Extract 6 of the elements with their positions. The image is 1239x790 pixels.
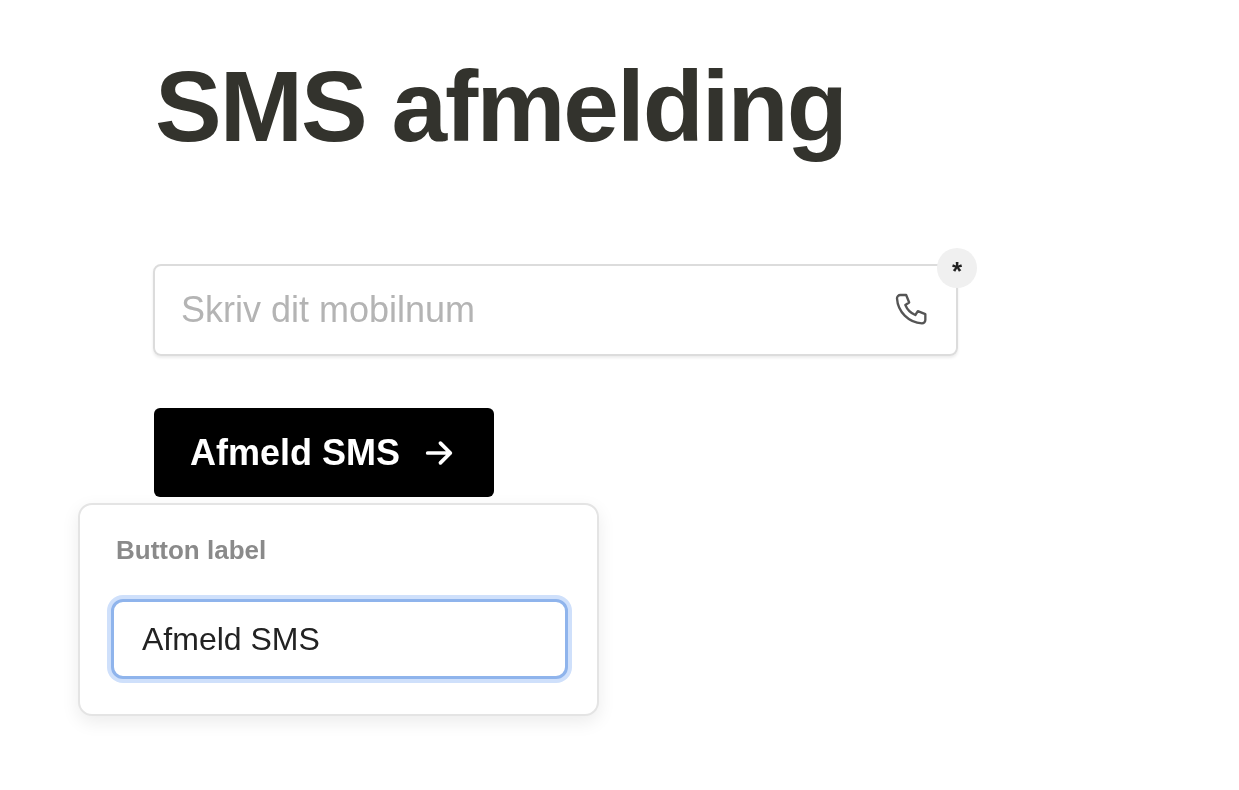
field-label: Button label (116, 535, 268, 566)
required-mark: * (937, 248, 977, 288)
unsubscribe-button[interactable]: Afmeld SMS (154, 408, 495, 497)
page-title: SMS afmelding (155, 49, 846, 164)
phone-input[interactable]: Skriv dit mobilnum (181, 289, 892, 331)
label-input[interactable]: Afmeld SMS (111, 599, 568, 679)
